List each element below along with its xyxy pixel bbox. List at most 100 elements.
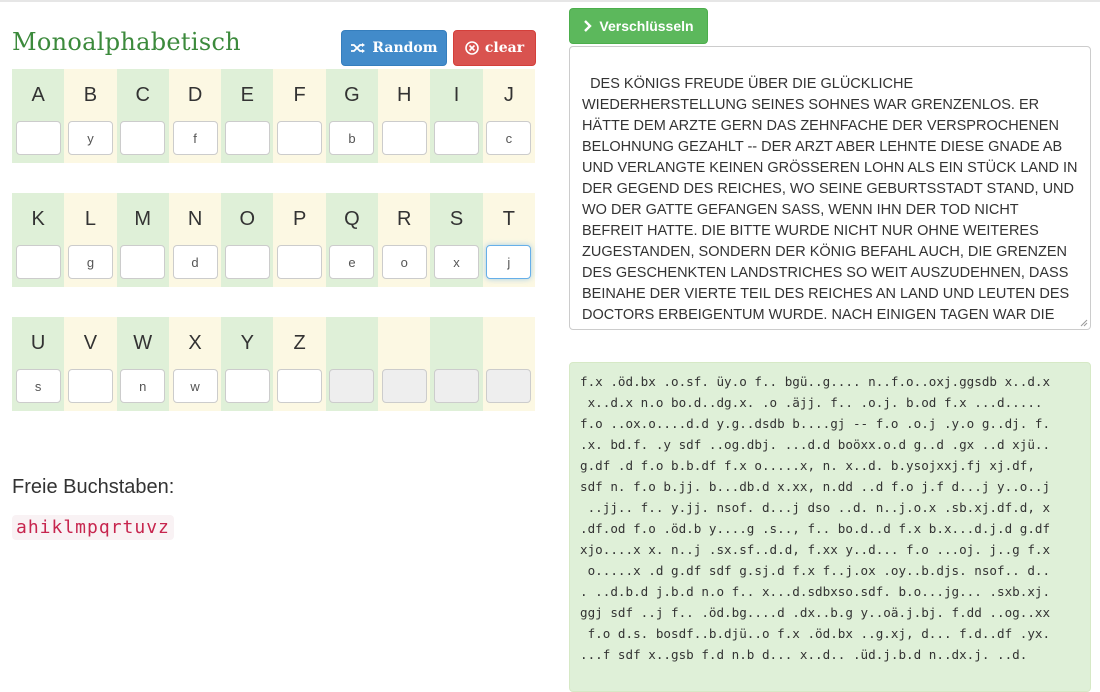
mapping-cell: By <box>64 69 117 163</box>
mapping-row-2: KLgMNdOPQeRoSxTj <box>12 193 535 287</box>
mapping-cell <box>325 317 379 411</box>
plain-letter-label: U <box>30 332 46 354</box>
plain-letter-label: I <box>453 84 460 106</box>
plain-letter-label: S <box>449 208 464 230</box>
mapping-cell: Ro <box>378 193 431 287</box>
chevron-right-icon <box>584 20 593 32</box>
cipher-letter-input[interactable]: f <box>172 121 218 155</box>
mapping-cell: F <box>273 69 326 163</box>
mapping-cell: I <box>430 69 483 163</box>
random-button[interactable]: Random <box>341 30 447 66</box>
mapping-cell: M <box>116 193 169 287</box>
mapping-row-3: UsVWnXwYZ <box>12 317 535 411</box>
plain-letter-label: Q <box>344 208 360 230</box>
cipher-letter-input[interactable]: e <box>329 245 375 279</box>
cipher-letter-input[interactable]: x <box>434 245 480 279</box>
cipher-letter-input[interactable] <box>15 121 61 155</box>
cipher-letter-input[interactable] <box>381 121 427 155</box>
top-divider <box>0 0 1100 2</box>
cipher-letter-input[interactable] <box>120 245 166 279</box>
cipher-letter-input[interactable]: o <box>381 245 427 279</box>
mapping-cell: A <box>12 69 65 163</box>
mapping-cell <box>482 317 535 411</box>
cipher-letter-input[interactable] <box>224 245 270 279</box>
plain-letter-label: E <box>240 84 254 106</box>
plain-letter-label: H <box>397 84 412 106</box>
plain-letter-label: X <box>188 332 202 354</box>
cipher-letter-input[interactable] <box>224 121 270 155</box>
ciphertext-output: f.x .öd.bx .o.sf. üy.o f.. bgü..g.... n.… <box>569 362 1091 692</box>
encrypt-button-label: Verschlüsseln <box>599 18 694 34</box>
random-button-label: Random <box>372 40 438 56</box>
cipher-letter-input[interactable] <box>277 369 323 403</box>
mapping-cell: Z <box>273 317 326 411</box>
plain-letter-label: V <box>83 332 98 354</box>
cipher-letter-input[interactable] <box>224 369 270 403</box>
mapping-cell: Gb <box>325 69 379 163</box>
mapping-cell: E <box>221 69 274 163</box>
cipher-letter-input[interactable]: j <box>486 245 532 279</box>
plain-letter-label: K <box>31 208 45 230</box>
mapping-row-1: AByCDfEFGbHIJc <box>12 69 535 163</box>
plain-letter-label: J <box>503 84 514 106</box>
plain-letter-label: N <box>187 208 203 230</box>
plain-letter-label: T <box>502 208 515 230</box>
cipher-letter-input[interactable]: y <box>67 121 113 155</box>
encrypt-button[interactable]: Verschlüsseln <box>569 8 708 44</box>
cipher-letter-input[interactable]: g <box>67 245 113 279</box>
mapping-cell: Df <box>168 69 222 163</box>
cipher-letter-input[interactable] <box>277 245 323 279</box>
mapping-cell: Jc <box>482 69 535 163</box>
disabled-cipher-input <box>381 369 427 403</box>
cipher-letter-input[interactable] <box>277 121 323 155</box>
mapping-cell: K <box>12 193 65 287</box>
clear-button[interactable]: clear <box>453 30 536 66</box>
mapping-cell: Qe <box>325 193 379 287</box>
plain-letter-label: M <box>134 208 152 230</box>
clear-circle-icon <box>465 41 479 55</box>
mapping-cell: Lg <box>64 193 117 287</box>
mapping-cell: Xw <box>168 317 222 411</box>
cipher-letter-input[interactable]: n <box>120 369 166 403</box>
plain-letter-label: Z <box>293 332 306 354</box>
plain-letter-label: B <box>83 84 98 106</box>
mapping-cell: Wn <box>116 317 169 411</box>
plain-letter-label: W <box>133 332 153 354</box>
mapping-cell: H <box>378 69 431 163</box>
plain-letter-label: C <box>135 84 150 106</box>
mapping-cell: Us <box>12 317 65 411</box>
plaintext-content: DES KÖNIGS FREUDE ÜBER DIE GLÜCKLICHE WI… <box>582 76 1078 329</box>
plain-letter-label: R <box>397 208 412 230</box>
mapping-cell <box>378 317 431 411</box>
plain-letter-label: L <box>84 208 96 230</box>
free-letters-list: ahiklmpqrtuvz <box>12 515 174 540</box>
mapping-cell: O <box>221 193 274 287</box>
mapping-cell: C <box>116 69 169 163</box>
plain-letter-label: P <box>292 208 307 230</box>
mapping-cell: V <box>64 317 117 411</box>
plain-letter-label: A <box>31 84 45 106</box>
plain-letter-label: Y <box>240 332 254 354</box>
cipher-letter-input[interactable]: c <box>486 121 532 155</box>
cipher-letter-input[interactable]: w <box>172 369 218 403</box>
resize-handle-icon[interactable] <box>1080 319 1088 327</box>
cipher-letter-input[interactable]: b <box>329 121 375 155</box>
page-title: Monoalphabetisch <box>12 28 241 56</box>
clear-button-label: clear <box>484 40 525 56</box>
plaintext-textarea[interactable]: DES KÖNIGS FREUDE ÜBER DIE GLÜCKLICHE WI… <box>569 46 1091 330</box>
mapping-cell: Nd <box>168 193 222 287</box>
cipher-letter-input[interactable] <box>434 121 480 155</box>
cipher-letter-input[interactable] <box>120 121 166 155</box>
shuffle-icon <box>351 43 366 53</box>
mapping-cell <box>430 317 483 411</box>
cipher-letter-input[interactable] <box>67 369 113 403</box>
cipher-letter-input[interactable] <box>15 245 61 279</box>
mapping-cell: Y <box>221 317 274 411</box>
plain-letter-label: F <box>293 84 306 106</box>
disabled-cipher-input <box>434 369 480 403</box>
cipher-letter-input[interactable]: d <box>172 245 218 279</box>
mapping-cell: Tj <box>482 193 535 287</box>
plain-letter-label: D <box>187 84 203 106</box>
cipher-letter-input[interactable]: s <box>15 369 61 403</box>
free-letters-label: Freie Buchstaben: <box>12 476 175 498</box>
